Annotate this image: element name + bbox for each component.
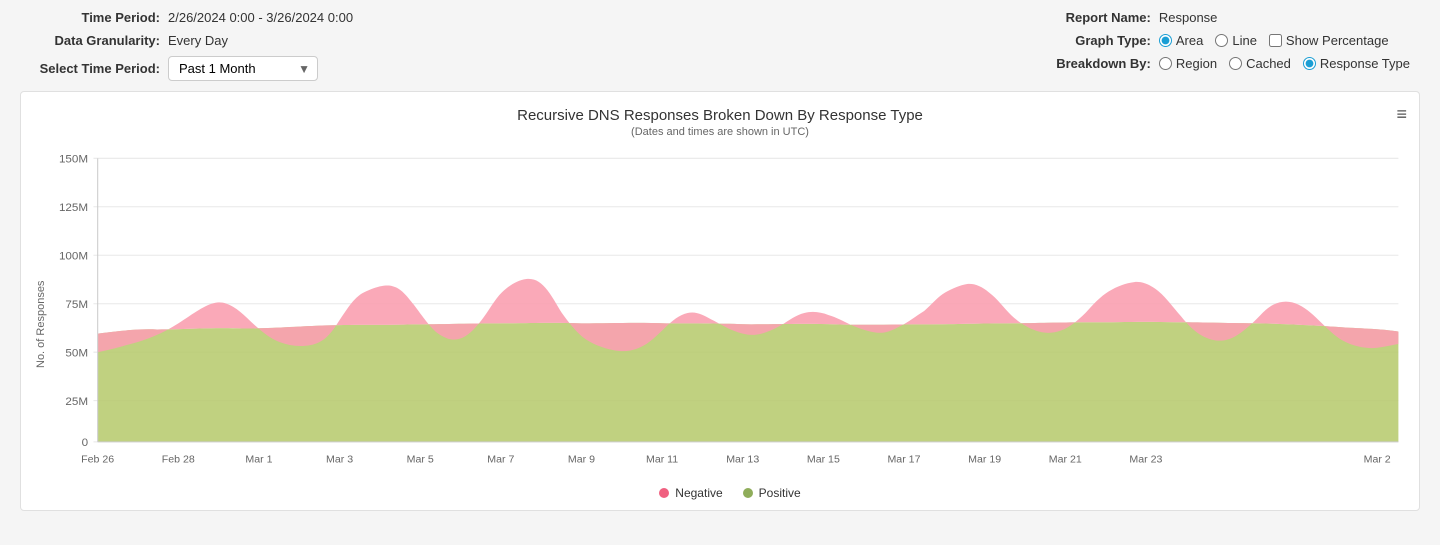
legend-negative: Negative [659, 486, 722, 500]
chart-title: Recursive DNS Responses Broken Down By R… [31, 107, 1409, 124]
report-name-value: Response [1159, 10, 1218, 25]
svg-text:Mar 21: Mar 21 [1049, 455, 1082, 466]
chart-container: Recursive DNS Responses Broken Down By R… [20, 91, 1420, 511]
positive-legend-label: Positive [759, 486, 801, 500]
time-period-label: Time Period: [30, 10, 160, 25]
breakdown-region[interactable]: Region [1159, 56, 1217, 71]
chart-area: No. of Responses 150M 125M 100M 75M 50M … [31, 148, 1409, 500]
chart-svg: 150M 125M 100M 75M 50M 25M 0 Feb 26 Feb … [51, 148, 1409, 478]
svg-text:100M: 100M [59, 251, 88, 263]
graph-type-options: Area Line Show Percentage [1159, 33, 1389, 48]
cached-radio[interactable] [1229, 57, 1242, 70]
svg-text:Mar 17: Mar 17 [887, 455, 920, 466]
svg-text:Mar 1: Mar 1 [245, 455, 272, 466]
chart-legend: Negative Positive [51, 486, 1409, 500]
svg-text:Mar 15: Mar 15 [807, 455, 840, 466]
chart-inner: 150M 125M 100M 75M 50M 25M 0 Feb 26 Feb … [51, 148, 1409, 500]
svg-text:125M: 125M [59, 202, 88, 214]
report-name-row: Report Name: Response [1021, 10, 1410, 25]
time-period-select[interactable]: Past 1 Month Past 3 Months Past 6 Months… [168, 56, 318, 81]
graph-type-line[interactable]: Line [1215, 33, 1257, 48]
negative-legend-label: Negative [675, 486, 722, 500]
breakdown-cached[interactable]: Cached [1229, 56, 1291, 71]
show-percentage-label: Show Percentage [1286, 33, 1389, 48]
region-label: Region [1176, 56, 1217, 71]
region-radio[interactable] [1159, 57, 1172, 70]
svg-text:50M: 50M [65, 347, 88, 359]
svg-text:Mar 2: Mar 2 [1364, 455, 1391, 466]
chart-menu-icon[interactable]: ≡ [1396, 104, 1407, 125]
show-percentage-checkbox[interactable] [1269, 34, 1282, 47]
svg-text:0: 0 [82, 437, 88, 449]
data-granularity-label: Data Granularity: [30, 33, 160, 48]
svg-text:Mar 11: Mar 11 [646, 455, 678, 466]
report-name-label: Report Name: [1021, 10, 1151, 25]
graph-type-label: Graph Type: [1021, 33, 1151, 48]
left-controls: Time Period: 2/26/2024 0:00 - 3/26/2024 … [30, 10, 353, 81]
cached-label: Cached [1246, 56, 1291, 71]
breakdown-response-type[interactable]: Response Type [1303, 56, 1410, 71]
right-controls: Report Name: Response Graph Type: Area L… [1021, 10, 1410, 81]
graph-type-area[interactable]: Area [1159, 33, 1203, 48]
data-granularity-value: Every Day [168, 33, 228, 48]
time-period-select-wrapper: Past 1 Month Past 3 Months Past 6 Months… [168, 56, 318, 81]
svg-text:Feb 28: Feb 28 [162, 455, 195, 466]
show-percentage-checkbox-item[interactable]: Show Percentage [1269, 33, 1389, 48]
response-type-radio[interactable] [1303, 57, 1316, 70]
negative-legend-dot [659, 488, 669, 498]
time-period-row: Time Period: 2/26/2024 0:00 - 3/26/2024 … [30, 10, 353, 25]
chart-subtitle: (Dates and times are shown in UTC) [31, 126, 1409, 138]
breakdown-by-row: Breakdown By: Region Cached Response Typ… [1021, 56, 1410, 71]
area-radio[interactable] [1159, 34, 1172, 47]
svg-text:Mar 23: Mar 23 [1129, 455, 1162, 466]
svg-text:150M: 150M [59, 154, 88, 166]
select-time-period-row: Select Time Period: Past 1 Month Past 3 … [30, 56, 353, 81]
svg-text:75M: 75M [65, 299, 88, 311]
legend-positive: Positive [743, 486, 801, 500]
svg-text:Mar 19: Mar 19 [968, 455, 1001, 466]
data-granularity-row: Data Granularity: Every Day [30, 33, 353, 48]
time-period-value: 2/26/2024 0:00 - 3/26/2024 0:00 [168, 10, 353, 25]
svg-text:Mar 5: Mar 5 [407, 455, 434, 466]
breakdown-options: Region Cached Response Type [1159, 56, 1410, 71]
svg-text:Feb 26: Feb 26 [81, 455, 114, 466]
positive-legend-dot [743, 488, 753, 498]
graph-type-row: Graph Type: Area Line Show Percentage [1021, 33, 1410, 48]
breakdown-by-label: Breakdown By: [1021, 56, 1151, 71]
line-radio[interactable] [1215, 34, 1228, 47]
svg-text:Mar 3: Mar 3 [326, 455, 353, 466]
response-type-label: Response Type [1320, 56, 1410, 71]
controls-panel: Time Period: 2/26/2024 0:00 - 3/26/2024 … [20, 10, 1420, 81]
svg-text:Mar 7: Mar 7 [487, 455, 514, 466]
svg-text:25M: 25M [65, 396, 88, 408]
svg-text:Mar 9: Mar 9 [568, 455, 595, 466]
y-axis-label: No. of Responses [31, 148, 51, 500]
select-time-period-label: Select Time Period: [30, 61, 160, 76]
svg-text:Mar 13: Mar 13 [726, 455, 759, 466]
area-label: Area [1176, 33, 1203, 48]
line-label: Line [1232, 33, 1257, 48]
